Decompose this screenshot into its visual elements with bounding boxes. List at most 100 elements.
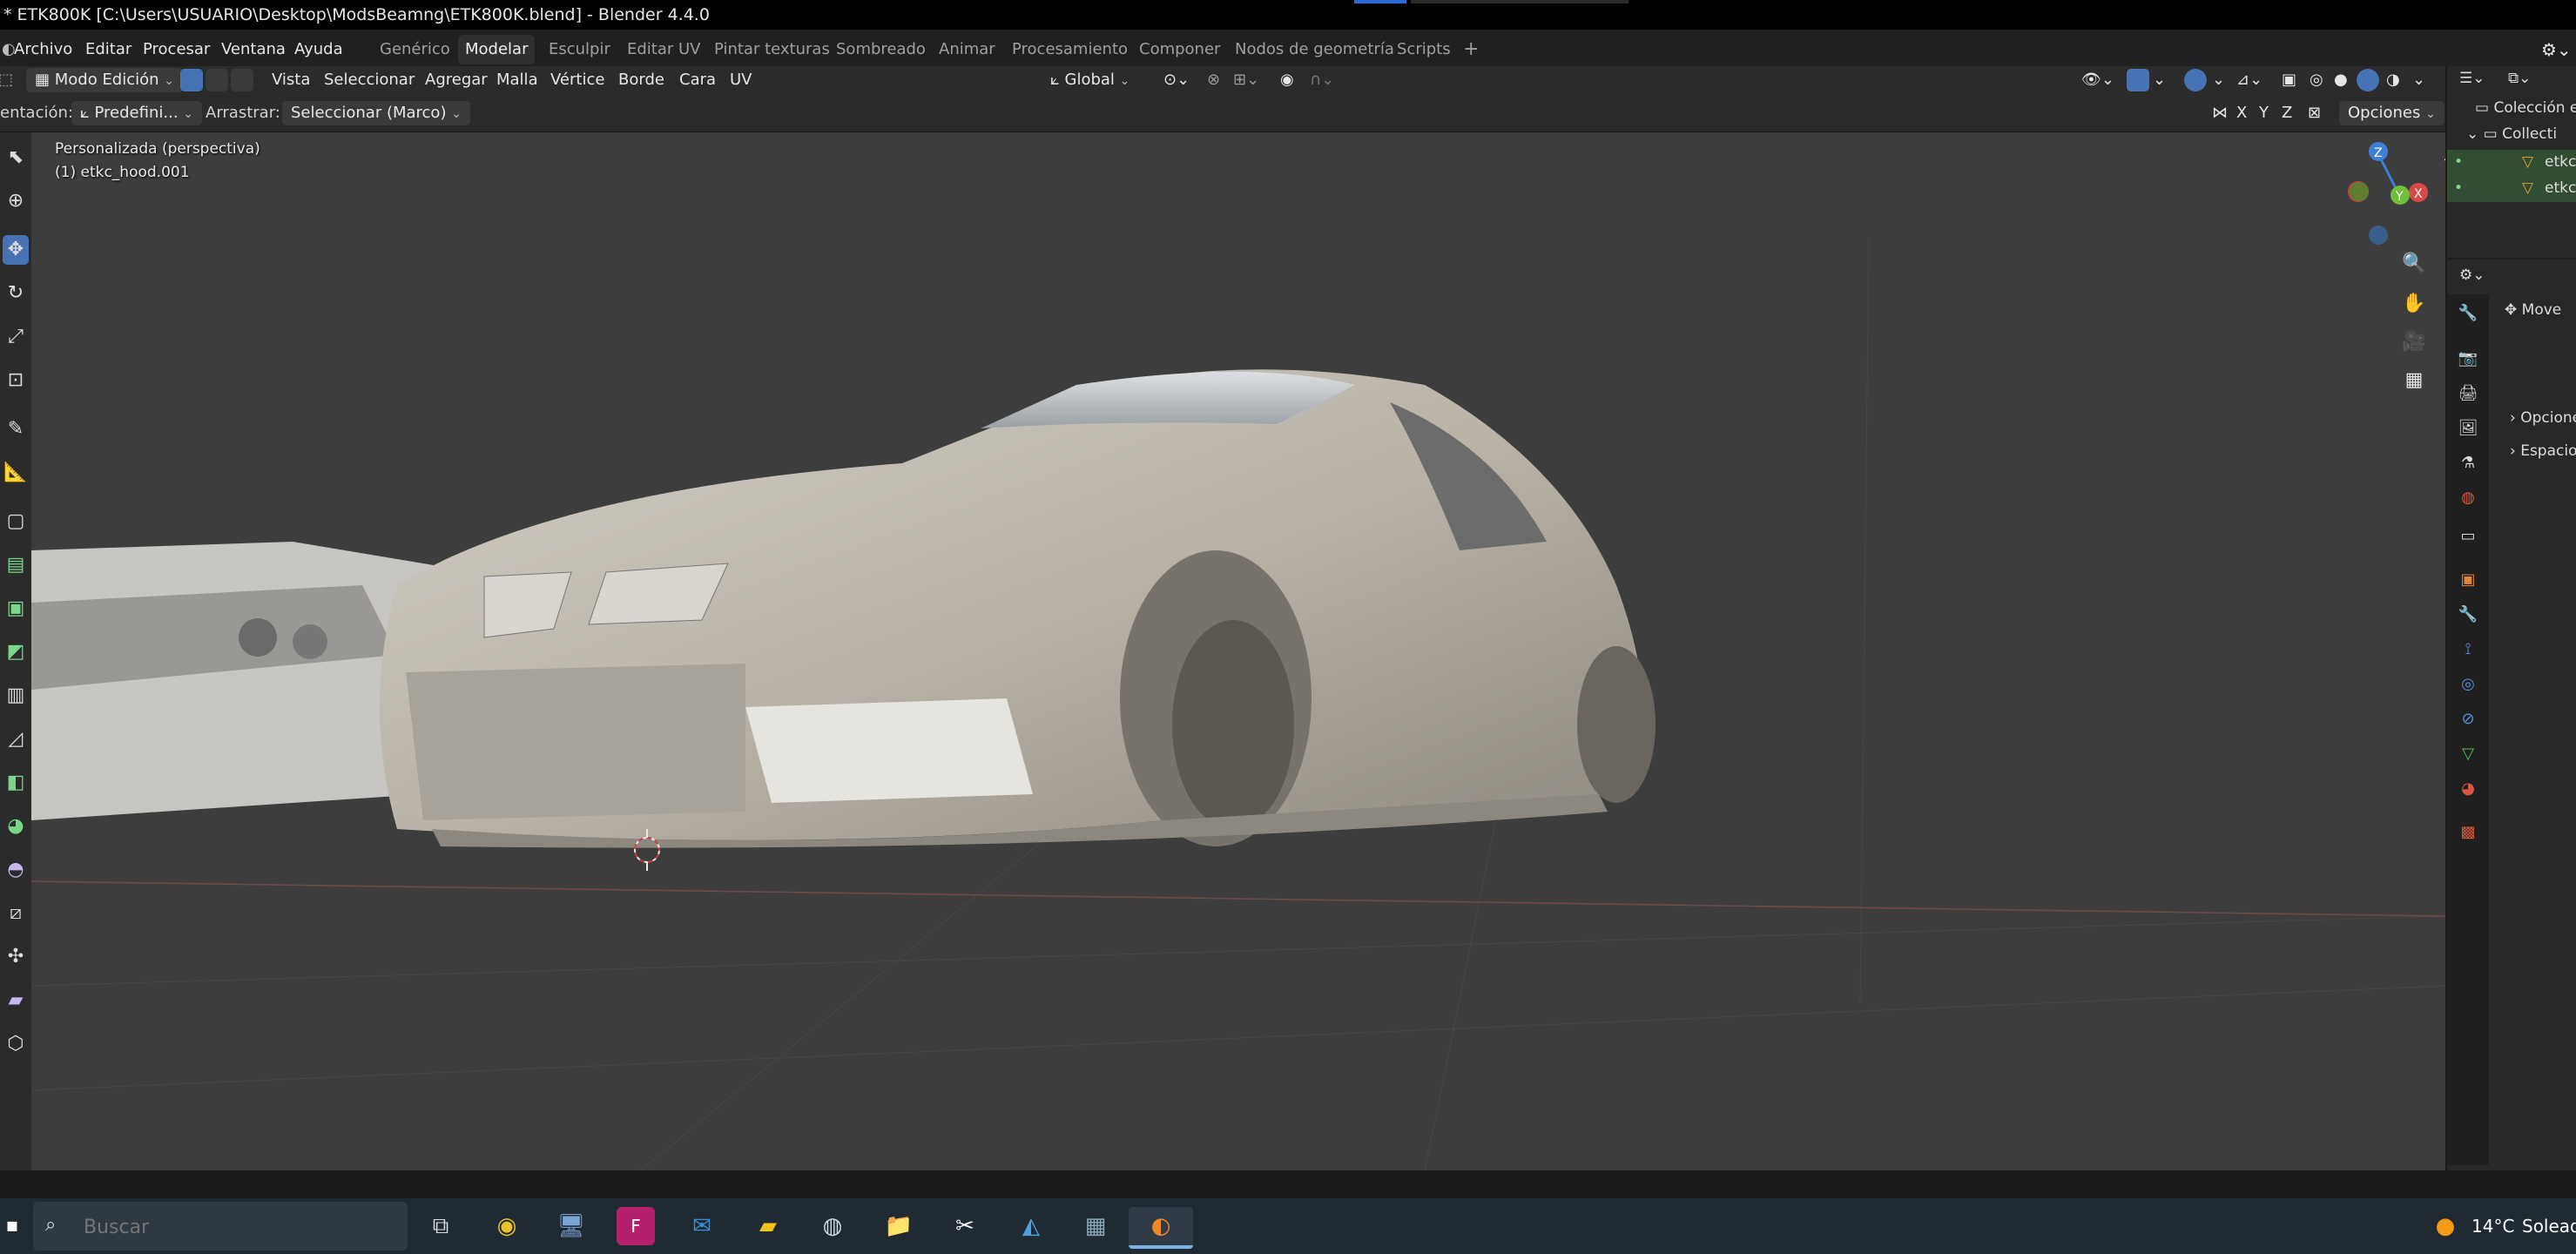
menu-editar[interactable]: Editar <box>80 37 137 63</box>
physics-tab-icon[interactable]: ◎ <box>2456 672 2480 697</box>
falloff-icon[interactable]: ∩⌄ <box>1310 66 1334 94</box>
menu-uv[interactable]: UV <box>730 66 752 94</box>
navigation-gizmo[interactable]: Z X Y <box>2348 142 2428 245</box>
wireframe-shading-icon[interactable]: ◎ <box>2310 66 2323 94</box>
axis-y-toggle[interactable]: Y <box>2259 99 2269 127</box>
3d-viewport[interactable]: Z X Y Personalizada (perspectiva) (1) et… <box>31 132 2445 1170</box>
tab-procesamiento[interactable]: Procesamiento <box>1005 35 1135 64</box>
scene-selector-icon[interactable]: ⚙⌄ <box>2536 37 2576 63</box>
transform-orientation-dropdown[interactable]: ⟀ Global <box>1050 66 1130 94</box>
weather-sun-icon[interactable]: ● <box>2426 1207 2465 1245</box>
mesh-overlay-icon[interactable]: ⊿⌄ <box>2236 66 2262 94</box>
tab-componer[interactable]: Componer <box>1132 35 1227 64</box>
collection-row[interactable]: ⌄ ▭ Collecti <box>2466 125 2557 143</box>
xray-icon[interactable]: ▣ <box>2282 66 2296 94</box>
extrude-tool-icon[interactable]: ▤ <box>3 550 29 580</box>
tab-pintar-texturas[interactable]: Pintar texturas <box>707 35 837 64</box>
vertex-select-button[interactable] <box>180 69 203 91</box>
outliner-editor-icon[interactable]: ☰⌄ <box>2459 70 2485 87</box>
edge-slide-tool-icon[interactable]: ⧄ <box>3 899 29 928</box>
overlay-dropdown-icon[interactable]: ⌄ <box>2212 66 2225 94</box>
transform-tool-icon[interactable]: ⊡ <box>3 366 29 395</box>
options-dropdown[interactable]: Opciones <box>2339 101 2445 125</box>
material-tab-icon[interactable]: ◕ <box>2456 777 2480 801</box>
axis-z-toggle[interactable]: Z <box>2282 99 2292 127</box>
particles-tab-icon[interactable]: ⟟ <box>2456 637 2480 662</box>
tab-sombreado[interactable]: Sombreado <box>829 35 933 64</box>
proportional-edit-icon[interactable]: ◉ <box>1280 66 1294 94</box>
forza-icon[interactable]: F <box>617 1207 655 1245</box>
capcut-icon[interactable]: ✂ <box>946 1207 984 1245</box>
output-tab-icon[interactable]: 🖨 <box>2456 381 2480 406</box>
rendered-shading-icon[interactable]: ◑ <box>2386 66 2400 94</box>
workspace-section[interactable]: › Espacio <box>2510 442 2576 460</box>
knife-tool-icon[interactable]: ◿ <box>3 725 29 754</box>
steam-icon[interactable]: ◍ <box>813 1207 852 1245</box>
smooth-tool-icon[interactable]: ◓ <box>3 855 29 885</box>
taskbar-search-box[interactable]: ⌕ <box>33 1202 408 1251</box>
weather-temp[interactable]: 14°C <box>2471 1216 2514 1237</box>
menu-ayuda[interactable]: Ayuda <box>289 37 348 63</box>
snap-target-icon[interactable]: ⊞⌄ <box>1233 66 1259 94</box>
menu-agregar[interactable]: Agregar <box>425 66 488 94</box>
menu-borde[interactable]: Borde <box>618 66 664 94</box>
mirror-icon[interactable]: ⋈ <box>2212 99 2228 127</box>
axis-x-toggle[interactable]: X <box>2236 99 2247 127</box>
bevel-tool-icon[interactable]: ◩ <box>3 637 29 667</box>
active-tool-row[interactable]: ✥ Move <box>2505 301 2561 319</box>
pan-hand-icon[interactable]: ✋ <box>2399 289 2429 319</box>
tab-modelar[interactable]: Modelar <box>458 35 536 64</box>
loop-cut-tool-icon[interactable]: ▥ <box>3 681 29 711</box>
scene-tab-icon[interactable]: ⚗ <box>2456 451 2480 475</box>
tab-animar[interactable]: Animar <box>932 35 1002 64</box>
sticky-notes-icon[interactable]: ▰ <box>749 1207 787 1245</box>
view-layer-tab-icon[interactable]: 🖼 <box>2456 416 2480 441</box>
gizmo-dropdown-icon[interactable]: ⌄ <box>2153 66 2166 94</box>
menu-archivo[interactable]: Archivo <box>9 37 78 63</box>
object-tab-icon[interactable]: ▣ <box>2456 568 2480 592</box>
calculator-icon[interactable]: ▦ <box>1076 1207 1115 1245</box>
inset-tool-icon[interactable]: ▣ <box>3 594 29 624</box>
add-cube-tool-icon[interactable]: ▢ <box>3 507 29 536</box>
texture-tab-icon[interactable]: ▩ <box>2456 820 2480 845</box>
zoom-icon[interactable]: 🔍 <box>2399 249 2429 279</box>
annotate-tool-icon[interactable]: ✎ <box>3 415 29 444</box>
menu-ventana[interactable]: Ventana <box>216 37 291 63</box>
shear-tool-icon[interactable]: ▰ <box>3 986 29 1015</box>
drag-dropdown[interactable]: Seleccionar (Marco) <box>282 101 470 125</box>
data-tab-icon[interactable]: ▽ <box>2456 742 2480 766</box>
constraints-tab-icon[interactable]: ⊘ <box>2456 707 2480 732</box>
start-menu-icon[interactable]: ▪ <box>0 1207 31 1245</box>
properties-editor-icon[interactable]: ⚙⌄ <box>2459 266 2485 284</box>
snap-icon[interactable]: ⊗ <box>1207 66 1220 94</box>
render-tab-icon[interactable]: 📷 <box>2456 347 2480 371</box>
menu-cara[interactable]: Cara <box>679 66 716 94</box>
face-select-button[interactable] <box>231 69 253 91</box>
menu-procesar[interactable]: Procesar <box>138 37 215 63</box>
matlab-icon[interactable]: ◭ <box>1012 1207 1050 1245</box>
weather-text[interactable]: Soleado <box>2522 1216 2576 1237</box>
solid-shading-icon[interactable]: ● <box>2334 66 2348 94</box>
tab-editar-uv[interactable]: Editar UV <box>620 35 708 64</box>
mode-dropdown[interactable]: ▦ Modo Edición <box>26 68 184 92</box>
visibility-icon[interactable]: 👁⌄ <box>2081 66 2114 94</box>
tool-tab-icon[interactable]: 🔧 <box>2456 301 2480 326</box>
tab-scripts[interactable]: Scripts <box>1390 35 1458 64</box>
rip-tool-icon[interactable]: ⬡ <box>3 1029 29 1059</box>
tab-generico[interactable]: Genérico <box>373 35 457 64</box>
add-workspace-button[interactable]: + <box>1456 35 1486 64</box>
tab-nodos-geometria[interactable]: Nodos de geometría <box>1228 35 1401 64</box>
select-box-tool-icon[interactable]: ⬉ <box>3 143 29 172</box>
network-drive-icon[interactable]: 🖥 <box>552 1207 590 1245</box>
pivot-point-icon[interactable]: ⊙⌄ <box>1163 66 1190 94</box>
spin-tool-icon[interactable]: ◕ <box>3 812 29 841</box>
outlook-icon[interactable]: ✉ <box>683 1207 721 1245</box>
taskbar-search-input[interactable] <box>82 1212 399 1242</box>
orientation-dropdown[interactable]: ⟀ Predefini... <box>71 101 203 125</box>
world-tab-icon[interactable]: ◍ <box>2456 486 2480 510</box>
ortho-grid-icon[interactable]: ▦ <box>2399 366 2429 395</box>
menu-malla[interactable]: Malla <box>496 66 538 94</box>
edge-select-button[interactable] <box>206 69 228 91</box>
cursor-tool-icon[interactable]: ⊕ <box>3 186 29 216</box>
outliner-row-object-1[interactable]: • ▽ etkc <box>2447 150 2576 176</box>
